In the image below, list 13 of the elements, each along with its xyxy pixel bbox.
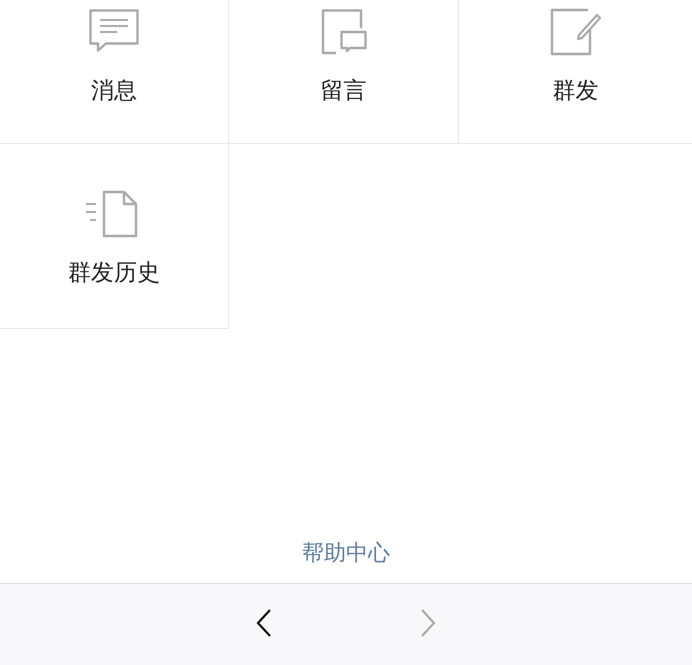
grid-item[interactable]: 留言 [229,0,459,144]
tablet-chat-icon [320,8,366,56]
item-label: 群发历史 [68,259,160,288]
item-label: 留言 [320,77,366,106]
chevron-right-icon [419,608,437,638]
grid-item[interactable]: 消息 [0,0,229,144]
item-label: 消息 [91,77,137,106]
chevron-left-icon [255,608,273,638]
help-link[interactable]: 帮助中心 [302,539,390,569]
edit-icon [550,8,602,56]
grid-item[interactable]: 群发历史 [0,144,229,329]
grid-item[interactable]: 群发 [459,0,692,144]
item-label: 群发 [552,77,598,106]
